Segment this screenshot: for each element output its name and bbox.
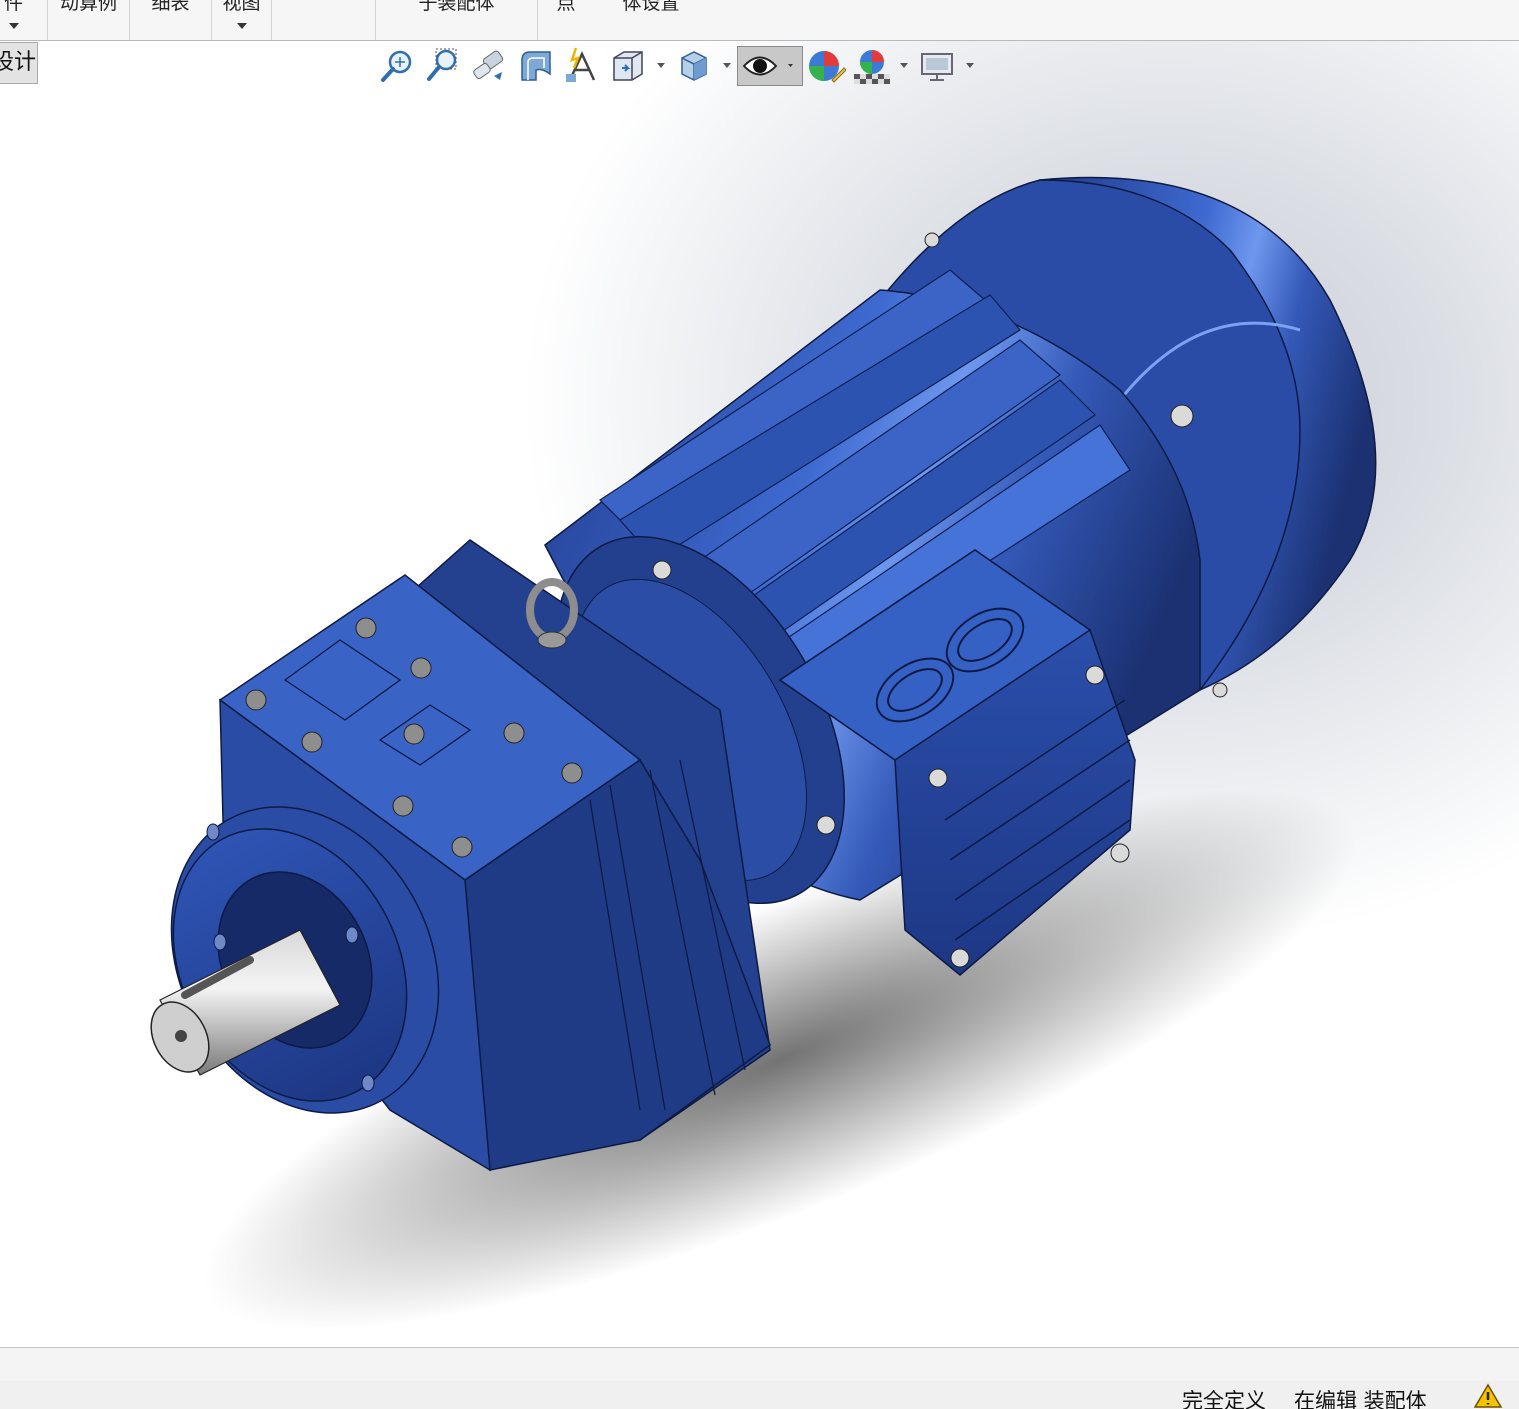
status-bar: 完全定义 在编辑 装配体 (0, 1381, 1519, 1409)
definition-status: 完全定义 (1182, 1389, 1266, 1409)
editing-mode-status: 在编辑 装配体 (1294, 1389, 1427, 1409)
rebuild-warning-icon[interactable] (1473, 1383, 1504, 1409)
horizontal-scrollbar[interactable] (0, 1347, 1519, 1382)
gear-motor-model[interactable]: 8 (0, 0, 1519, 1409)
